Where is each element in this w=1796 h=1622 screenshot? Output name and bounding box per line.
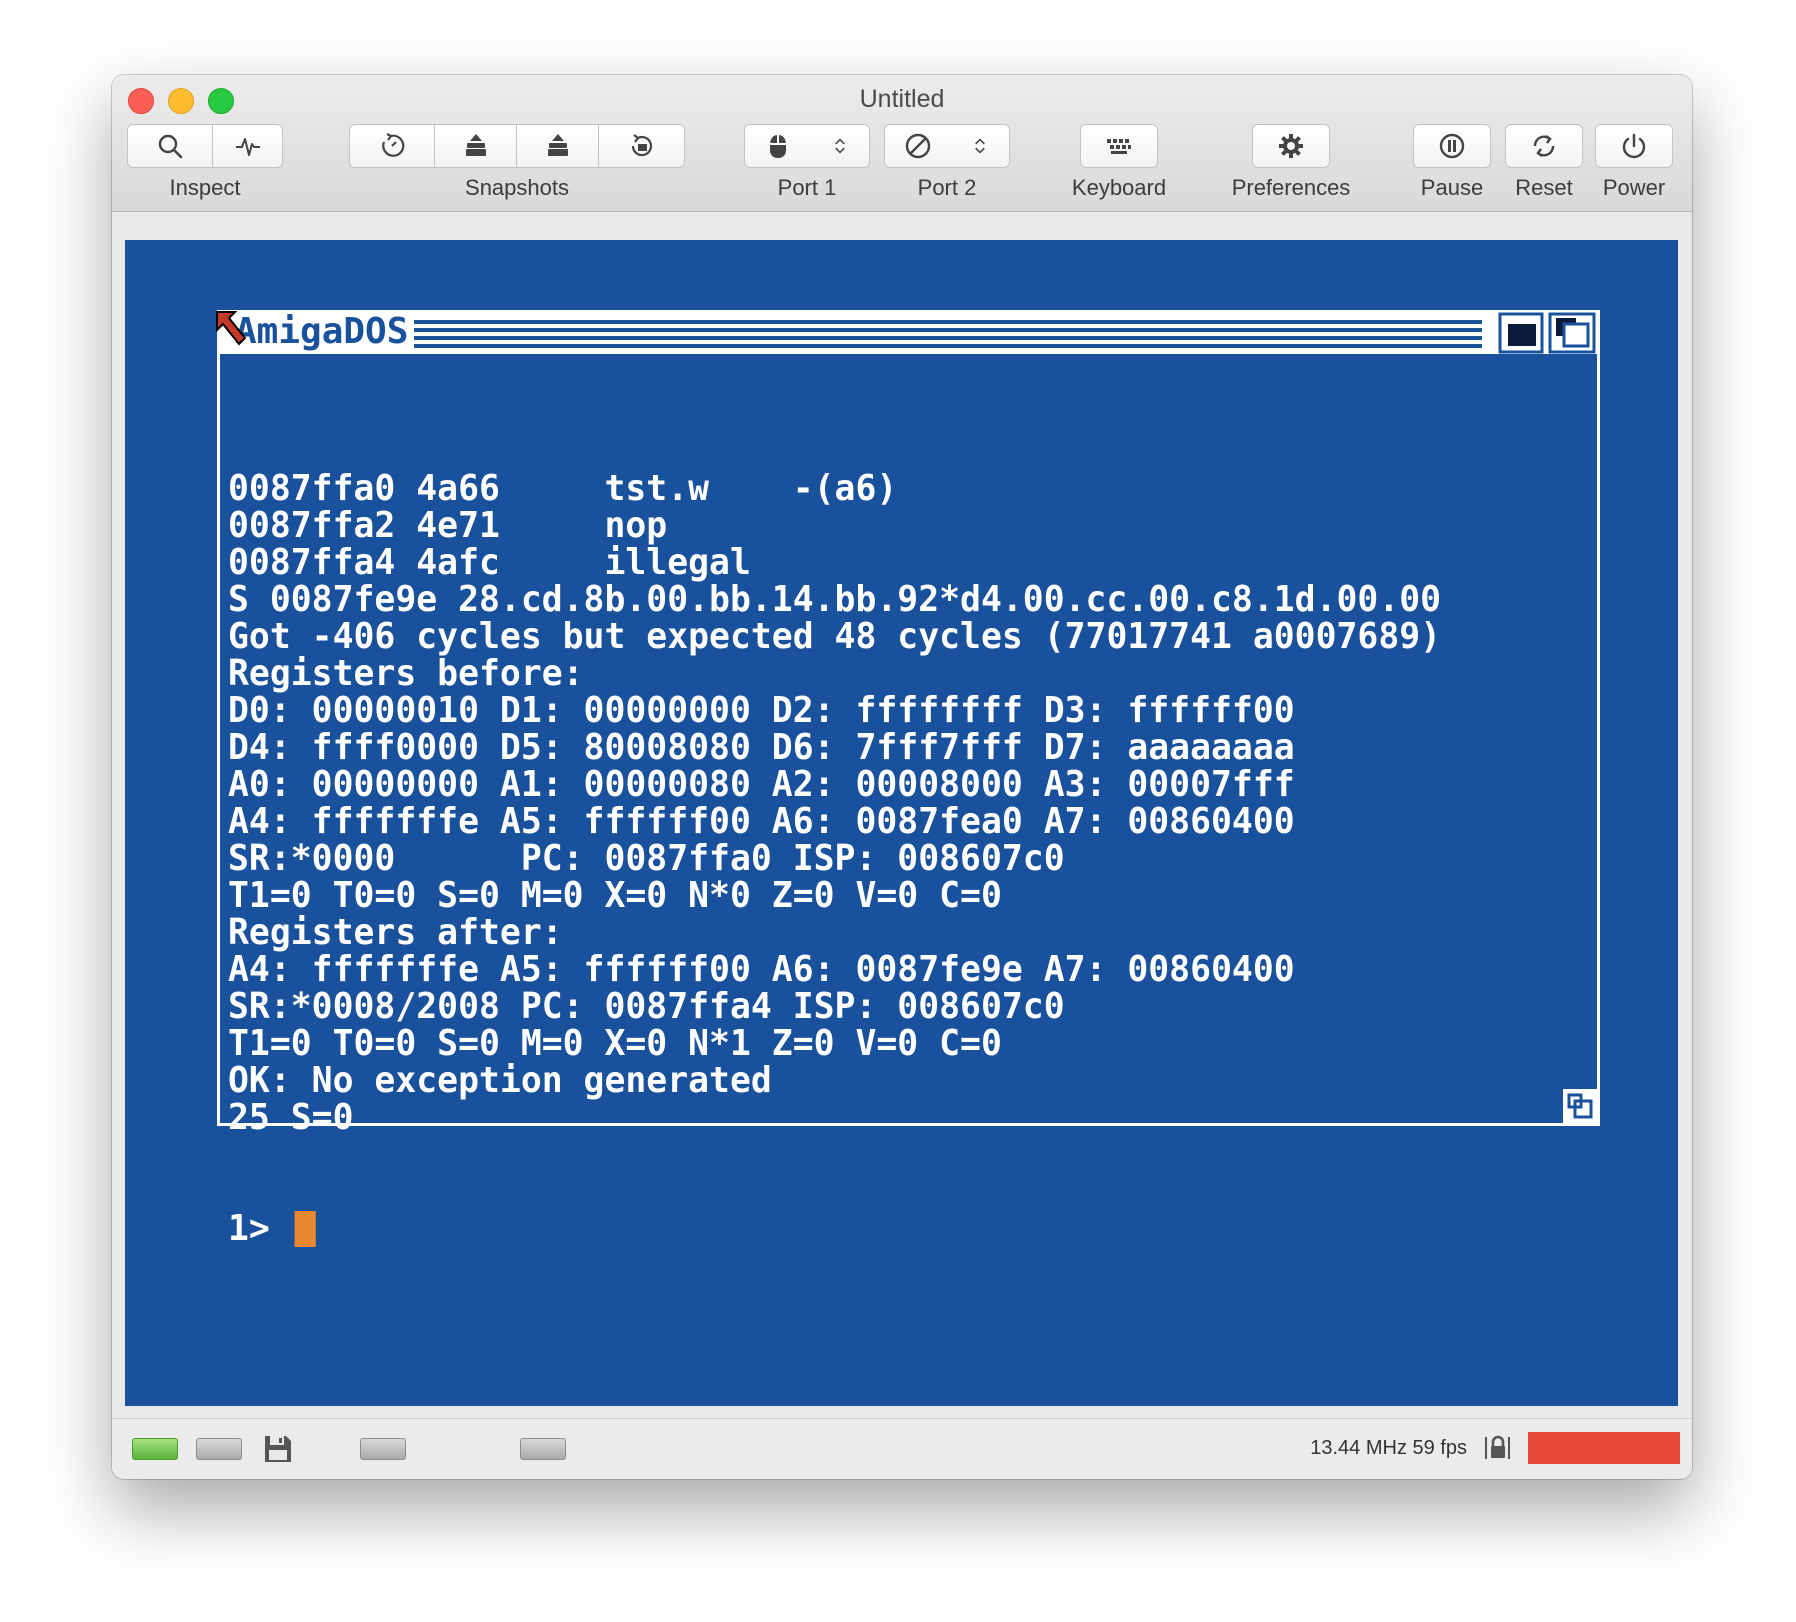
snapshot-push-button[interactable] (517, 124, 599, 168)
chevron-updown-icon (975, 138, 985, 154)
console-line: S 0087fe9e 28.cd.8b.00.bb.14.bb.92*d4.00… (228, 579, 1442, 620)
console-line: 0087ffa0 4a66 tst.w -(a6) (228, 468, 898, 509)
inspect-group (127, 124, 283, 168)
mouse-pointer-icon (216, 311, 247, 346)
port2-label: Port 2 (917, 175, 977, 200)
mouse-icon (770, 135, 786, 158)
snapshot-stack-icon (465, 134, 486, 156)
warp-indicator[interactable] (1528, 1432, 1680, 1464)
port1-group (744, 124, 870, 168)
gear-icon (1279, 134, 1303, 158)
snapshots-label: Snapshots (465, 175, 569, 200)
preferences-group (1252, 124, 1330, 168)
keyboard-group (1080, 124, 1158, 168)
snapshot-restore-icon (382, 133, 405, 157)
snapshot-restore-button[interactable] (349, 124, 435, 168)
activity-icon (235, 138, 260, 156)
reset-label: Reset (1515, 175, 1573, 200)
keyboard-button[interactable] (1080, 124, 1158, 168)
console-line: 25 S=0 (228, 1097, 354, 1138)
port2-popup[interactable] (884, 124, 1010, 168)
power-group (1595, 124, 1673, 168)
snapshot-browse-button[interactable] (599, 124, 685, 168)
emulator-screen[interactable]: AmigaDOS 0087ffa0 4a66 tst.w -(a6) 0087ff… (125, 240, 1678, 1406)
amigados-titlebar[interactable]: AmigaDOS (216, 310, 1600, 354)
power-button[interactable] (1595, 124, 1673, 168)
inspect-label: Inspect (169, 175, 241, 200)
console-line: D4: ffff0000 D5: 80008080 D6: 7fff7fff D… (228, 727, 1295, 768)
snapshot-push-icon (547, 134, 568, 156)
power-icon (1622, 133, 1646, 159)
keyboard-icon (1107, 139, 1131, 154)
prompt-line[interactable]: 1> (228, 1210, 1441, 1247)
reset-icon (1533, 135, 1555, 157)
speed-readout: 13.44 MHz 59 fps (1310, 1437, 1467, 1459)
console-line: A4: fffffffe A5: ffffff00 A6: 0087fea0 A… (228, 801, 1295, 842)
port1-popup[interactable] (744, 124, 870, 168)
chevron-updown-icon (835, 138, 845, 154)
console-line: T1=0 T0=0 S=0 M=0 X=0 N*1 Z=0 V=0 C=0 (228, 1023, 1002, 1064)
reset-group (1505, 124, 1583, 168)
magnifier-icon (158, 134, 183, 159)
status-bar: 13.44 MHz 59 fps (112, 1418, 1692, 1479)
keyboard-label: Keyboard (1071, 175, 1167, 200)
console-line: A0: 00000000 A1: 00000080 A2: 00008000 A… (228, 764, 1295, 805)
drive-df3-indicator[interactable] (520, 1438, 566, 1460)
monitor-button[interactable] (213, 124, 283, 168)
lock-icon[interactable] (1482, 1433, 1512, 1463)
toolbar: Untitled Inspect Snapshots Port 1 Port 2… (112, 75, 1692, 212)
console-line: A4: fffffffe A5: ffffff00 A6: 0087fe9e A… (228, 949, 1295, 990)
console-lines: 0087ffa0 4a66 tst.w -(a6) 0087ffa2 4e71 n… (228, 470, 1441, 1136)
no-device-icon (905, 133, 931, 159)
emulator-window: Untitled Inspect Snapshots Port 1 Port 2… (112, 75, 1692, 1479)
console-line: Got -406 cycles but expected 48 cycles (… (228, 616, 1442, 657)
console-line: Registers before: (228, 653, 584, 694)
console-line: SR:*0008/2008 PC: 0087ffa4 ISP: 008607c0 (228, 986, 1065, 1027)
console-line: 0087ffa4 4afc illegal (228, 542, 751, 583)
resize-gadget-icon[interactable] (1563, 1089, 1597, 1123)
zoom-gadget-icon (1498, 312, 1544, 354)
inspect-button[interactable] (127, 124, 213, 168)
pause-icon (1439, 133, 1465, 159)
console-line: D0: 00000010 D1: 00000000 D2: ffffffff D… (228, 690, 1295, 731)
snapshot-take-button[interactable] (435, 124, 517, 168)
snapshot-rewind-icon (631, 134, 652, 157)
amigados-console[interactable]: 0087ffa0 4a66 tst.w -(a6) 0087ffa2 4e71 n… (217, 354, 1600, 1247)
amigados-window[interactable]: AmigaDOS 0087ffa0 4a66 tst.w -(a6) 0087ff… (216, 310, 1600, 1247)
shell-prompt: 1> (228, 1208, 291, 1249)
drive-df1-indicator[interactable] (196, 1438, 242, 1460)
depth-gadget[interactable] (1548, 310, 1598, 354)
pause-button[interactable] (1413, 124, 1491, 168)
pause-label: Pause (1420, 175, 1484, 200)
console-output: 0087ffa0 4a66 tst.w -(a6) 0087ffa2 4e71 n… (228, 396, 1441, 1321)
titlebar-drag-bars (405, 316, 1482, 348)
snapshots-group (349, 124, 685, 168)
floppy-disk-icon[interactable] (262, 1433, 294, 1465)
zoom-gadget[interactable] (1496, 310, 1546, 354)
power-label: Power (1602, 175, 1666, 200)
preferences-button[interactable] (1252, 124, 1330, 168)
amigados-title: AmigaDOS (229, 310, 415, 354)
drive-df0-indicator[interactable] (132, 1438, 178, 1460)
preferences-label: Preferences (1231, 175, 1351, 200)
depth-gadget-icon (1548, 312, 1596, 354)
reset-button[interactable] (1505, 124, 1583, 168)
port1-label: Port 1 (777, 175, 837, 200)
console-line: Registers after: (228, 912, 563, 953)
window-title: Untitled (859, 85, 945, 113)
console-line: SR:*0000 PC: 0087ffa0 ISP: 008607c0 (228, 838, 1065, 879)
console-line: T1=0 T0=0 S=0 M=0 X=0 N*0 Z=0 V=0 C=0 (228, 875, 1002, 916)
console-line: 0087ffa2 4e71 nop (228, 505, 668, 546)
pause-group (1413, 124, 1491, 168)
port2-group (884, 124, 1010, 168)
console-line: OK: No exception generated (228, 1060, 772, 1101)
text-cursor (294, 1210, 316, 1247)
drive-df2-indicator[interactable] (360, 1438, 406, 1460)
